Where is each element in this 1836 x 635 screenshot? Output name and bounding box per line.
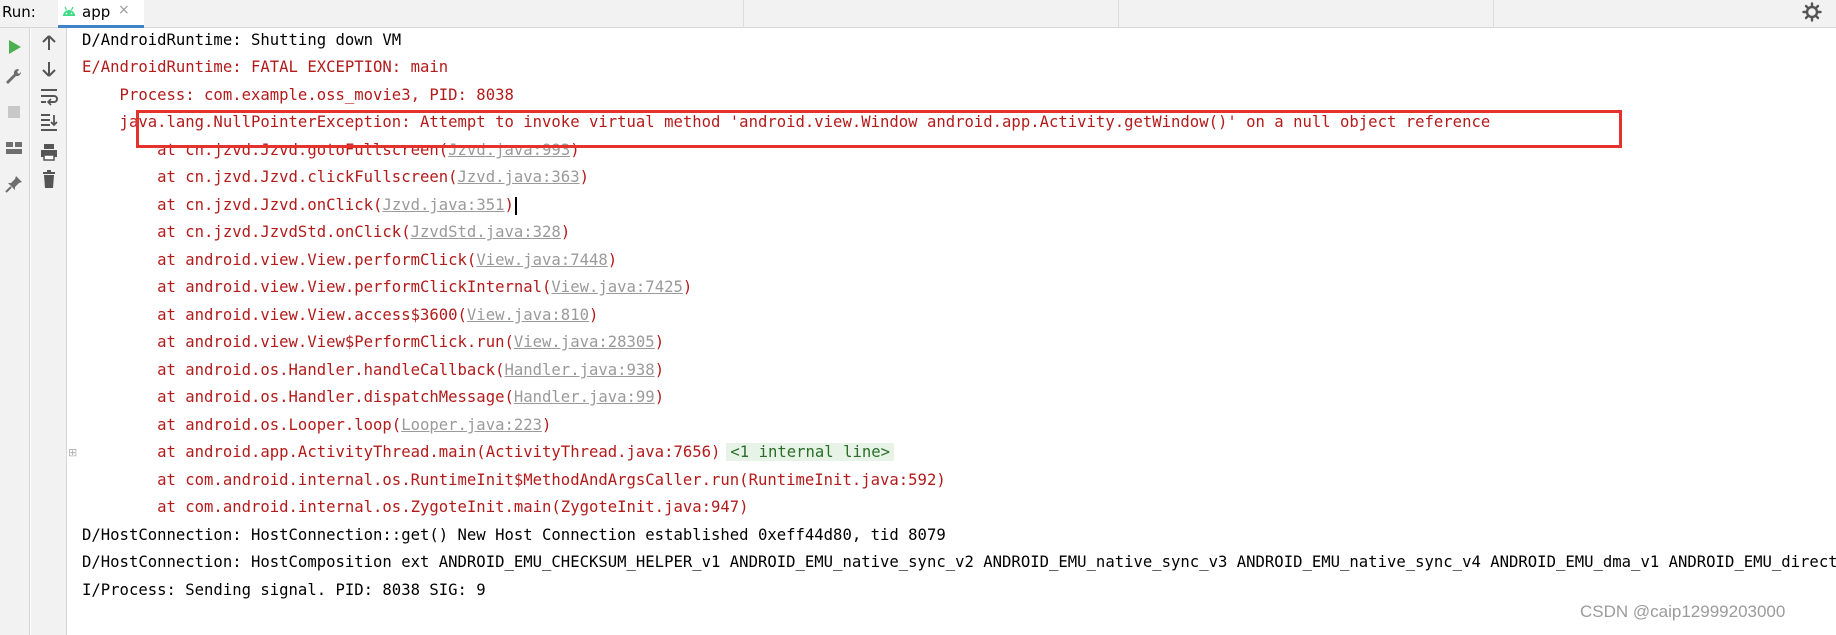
source-link[interactable]: View.java:7448 <box>476 251 607 269</box>
stack-frame: at android.view.View.performClick(View.j… <box>82 251 618 269</box>
header-divider <box>743 0 744 28</box>
log-line: D/AndroidRuntime: Shutting down VM <box>82 31 402 49</box>
run-label: Run: <box>2 3 36 21</box>
log-line: Process: com.example.oss_movie3, PID: 80… <box>82 86 514 104</box>
run-toolbar-primary <box>0 28 30 635</box>
rerun-button[interactable] <box>3 36 25 58</box>
edit-configuration-button[interactable] <box>3 66 25 88</box>
down-arrow-icon <box>42 62 56 77</box>
stack-frame: at cn.jzvd.Jzvd.clickFullscreen(Jzvd.jav… <box>82 168 589 186</box>
up-arrow-icon <box>42 35 56 50</box>
tab-app[interactable]: app × <box>58 0 144 28</box>
wrench-icon <box>6 68 22 84</box>
run-toolbar-secondary <box>31 28 67 635</box>
print-icon <box>41 144 57 161</box>
android-icon <box>63 6 75 16</box>
source-link[interactable]: Jzvd.java:351 <box>382 196 504 214</box>
stop-icon <box>8 106 20 118</box>
stack-frame: at android.app.ActivityThread.main(Activ… <box>82 440 895 464</box>
log-line: I/Process: Sending signal. PID: 8038 SIG… <box>82 581 486 599</box>
tab-label: app <box>82 3 111 21</box>
stack-frame: at com.android.internal.os.RuntimeInit$M… <box>82 471 946 489</box>
stack-frame: at android.view.View$PerformClick.run(Vi… <box>82 333 665 351</box>
highlight-annotation-box <box>136 110 1622 148</box>
gear-icon[interactable] <box>1802 2 1822 22</box>
stack-frame: at cn.jzvd.JzvdStd.onClick(JzvdStd.java:… <box>82 223 571 241</box>
clear-all-button[interactable] <box>38 168 60 190</box>
source-link[interactable]: Jzvd.java:363 <box>458 168 580 186</box>
close-icon[interactable]: × <box>118 2 130 18</box>
scroll-to-end-icon <box>41 114 58 131</box>
pin-icon <box>5 176 22 193</box>
stack-frame: at android.view.View.performClickInterna… <box>82 278 693 296</box>
pin-tab-button[interactable] <box>3 173 25 195</box>
rerun-icon <box>9 40 21 54</box>
stack-frame: at com.android.internal.os.ZygoteInit.ma… <box>82 498 749 516</box>
scroll-to-end-button[interactable] <box>38 111 60 133</box>
stack-frame: at android.os.Handler.handleCallback(Han… <box>82 361 665 379</box>
layout-icon <box>6 142 22 154</box>
log-line: E/AndroidRuntime: FATAL EXCEPTION: main <box>82 58 449 76</box>
source-link[interactable]: Handler.java:938 <box>504 361 654 379</box>
previous-occurrence-button[interactable] <box>38 32 60 54</box>
log-line: D/HostConnection: HostConnection::get() … <box>82 526 946 544</box>
print-button[interactable] <box>38 141 60 163</box>
stack-frame: at cn.jzvd.Jzvd.onClick(Jzvd.java:351) <box>82 193 517 217</box>
log-line: D/HostConnection: HostComposition ext AN… <box>82 553 1836 571</box>
header-divider <box>1493 0 1494 28</box>
source-link[interactable]: Looper.java:223 <box>401 416 542 434</box>
stop-button[interactable] <box>3 101 25 123</box>
source-link[interactable]: View.java:7425 <box>551 278 682 296</box>
run-tool-window-header: Run: app × <box>0 0 1836 28</box>
soft-wrap-button[interactable] <box>38 85 60 107</box>
source-link[interactable]: View.java:810 <box>467 306 589 324</box>
stack-frame: at android.view.View.access$3600(View.ja… <box>82 306 599 324</box>
restore-layout-button[interactable] <box>3 137 25 159</box>
internal-line-fold[interactable]: <1 internal line> <box>726 443 895 461</box>
source-link[interactable]: Handler.java:99 <box>514 388 655 406</box>
watermark: CSDN @caip12999203000 <box>1580 602 1786 621</box>
text-cursor <box>514 196 517 215</box>
header-divider <box>1118 0 1119 28</box>
source-link[interactable]: View.java:28305 <box>514 333 655 351</box>
next-occurrence-button[interactable] <box>38 58 60 80</box>
stack-frame: at android.os.Handler.dispatchMessage(Ha… <box>82 388 665 406</box>
soft-wrap-icon <box>41 89 58 106</box>
source-link[interactable]: JzvdStd.java:328 <box>411 223 561 241</box>
stack-frame: at android.os.Looper.loop(Looper.java:22… <box>82 416 552 434</box>
trash-icon <box>43 170 55 188</box>
fold-expand-icon[interactable]: ⊞ <box>68 446 77 459</box>
